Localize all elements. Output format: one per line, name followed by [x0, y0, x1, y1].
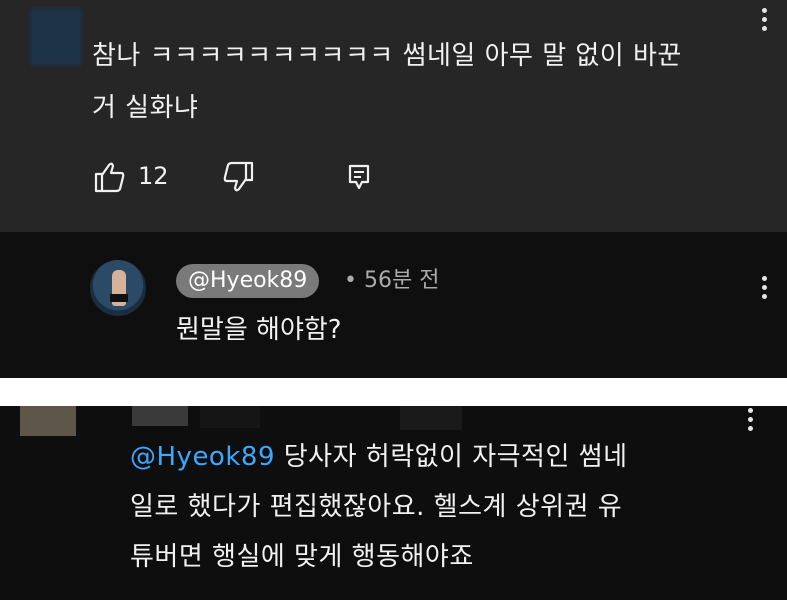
separator-dot: • [344, 268, 357, 293]
reply-icon[interactable] [342, 160, 376, 194]
comment-text: 참나 ㅋㅋㅋㅋㅋㅋㅋㅋㅋㅋ 썸네일 아무 말 없이 바꾼 거 실화냐 [92, 30, 752, 134]
blurred-header-fragment [132, 406, 188, 426]
more-vert-icon[interactable] [748, 408, 754, 435]
comment-text-line: 참나 ㅋㅋㅋㅋㅋㅋㅋㅋㅋㅋ 썸네일 아무 말 없이 바꾼 [92, 41, 682, 71]
screenshot-divider [0, 378, 787, 406]
comment-text-line: 거 실화냐 [92, 93, 199, 123]
comment-text-line: @Hyeok89 당사자 허락없이 자극적인 썸네 [130, 432, 750, 482]
timestamp-text: 56분 전 [363, 268, 440, 293]
avatar[interactable] [90, 260, 146, 316]
reply-timestamp: • 56분 전 [344, 264, 439, 298]
comment-text: @Hyeok89 당사자 허락없이 자극적인 썸네 일로 했다가 편집했잖아요.… [130, 432, 750, 582]
comment-text-line: 일로 했다가 편집했잖아요. 헬스계 상위권 유 [130, 492, 623, 522]
reply-text: 뭔말을 해야함? [176, 315, 342, 345]
thumb-down-icon[interactable] [222, 160, 256, 194]
more-vert-icon[interactable] [762, 8, 768, 35]
like-count: 12 [138, 162, 169, 190]
blurred-header-fragment [400, 406, 462, 430]
avatar[interactable] [20, 406, 76, 436]
author-handle-badge[interactable]: @Hyeok89 [176, 264, 320, 298]
thumb-up-icon[interactable] [92, 160, 126, 194]
avatar-figure-detail [110, 294, 128, 302]
more-vert-icon[interactable] [762, 276, 768, 303]
avatar[interactable] [30, 8, 82, 66]
comment-text-line: 튜버면 행실에 맞게 행동해야죠 [130, 542, 474, 572]
mention-link[interactable]: @Hyeok89 [130, 442, 275, 472]
comment-text-segment: 당사자 허락없이 자극적인 썸네 [274, 442, 628, 472]
blurred-header-fragment [200, 406, 260, 428]
